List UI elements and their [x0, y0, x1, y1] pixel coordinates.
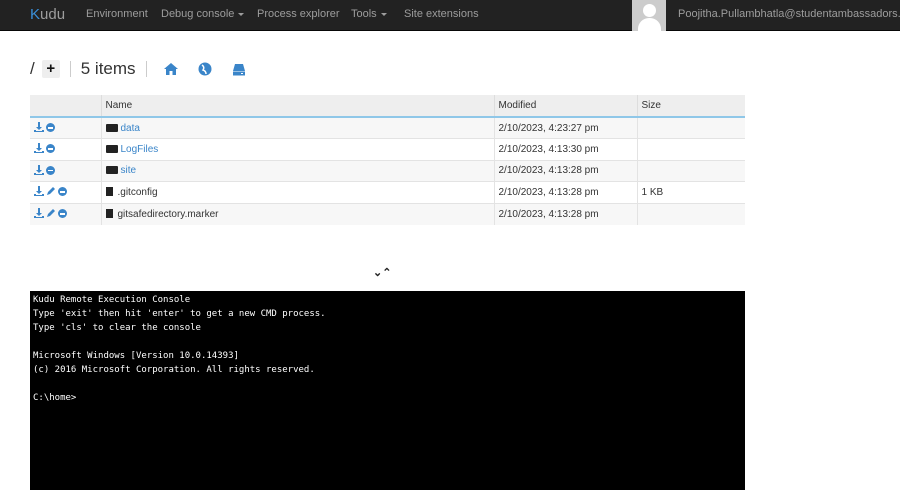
pencil-icon[interactable]	[46, 186, 56, 196]
divider	[69, 61, 71, 77]
file-name[interactable]: gitsafedirectory.marker	[118, 209, 219, 220]
home-icon[interactable]	[163, 61, 179, 77]
file-icon	[105, 186, 113, 196]
table-row: LogFiles 2/10/2023, 4:13:30 pm	[30, 138, 745, 160]
size-cell	[636, 159, 745, 182]
top-navbar: Kudu Environment Debug console Process e…	[0, 0, 900, 31]
console-line: Microsoft Windows [Version 10.0.14393]	[33, 351, 239, 361]
folder-link[interactable]: data	[121, 123, 140, 134]
column-header-size[interactable]: Size	[636, 95, 745, 118]
caret-down-icon	[238, 12, 245, 16]
console-output[interactable]: Kudu Remote Execution Console Type 'exit'…	[30, 291, 745, 490]
chevron-up-icon[interactable]: ⌃	[382, 267, 391, 279]
console-line: C:\home>	[33, 393, 77, 403]
file-table: Name Modified Size data 2/10/2023, 4:23:…	[30, 95, 745, 225]
divider	[145, 61, 147, 77]
table-row: .gitconfig 2/10/2023, 4:13:28 pm 1 KB	[30, 181, 745, 203]
modified-cell: 2/10/2023, 4:13:28 pm	[493, 202, 637, 225]
modified-cell: 2/10/2023, 4:13:30 pm	[493, 138, 637, 160]
delete-icon[interactable]	[46, 165, 55, 175]
download-icon[interactable]	[34, 186, 44, 197]
table-row: data 2/10/2023, 4:23:27 pm	[30, 116, 745, 139]
console-resize-toggle[interactable]: ⌄⌃	[373, 266, 391, 279]
table-row: site 2/10/2023, 4:13:28 pm	[30, 159, 745, 182]
caret-down-icon	[380, 12, 387, 16]
download-icon[interactable]	[34, 122, 44, 132]
add-button[interactable]: +	[41, 60, 60, 78]
console-line: Type 'cls' to clear the console	[33, 323, 201, 333]
user-email: Poojitha.Pullambhatla@studentambassadors…	[678, 8, 900, 20]
folder-icon	[105, 144, 118, 153]
folder-link[interactable]: site	[121, 165, 137, 176]
nav-process-explorer[interactable]: Process explorer	[257, 8, 340, 20]
drive-icon[interactable]	[231, 61, 247, 77]
modified-cell: 2/10/2023, 4:23:27 pm	[493, 116, 637, 139]
delete-icon[interactable]	[46, 123, 55, 132]
pencil-icon[interactable]	[46, 208, 56, 218]
delete-icon[interactable]	[46, 144, 55, 154]
size-cell	[636, 116, 745, 139]
modified-cell: 2/10/2023, 4:13:28 pm	[493, 181, 637, 203]
avatar[interactable]	[632, 0, 666, 31]
console-line: Type 'exit' then hit 'enter' to get a ne…	[33, 309, 326, 319]
delete-icon[interactable]	[58, 187, 67, 197]
item-count: 5 items	[80, 59, 136, 78]
console-line: (c) 2016 Microsoft Corporation. All righ…	[33, 365, 315, 375]
console-line: Kudu Remote Execution Console	[33, 295, 191, 305]
size-cell	[636, 138, 745, 160]
download-icon[interactable]	[34, 164, 44, 175]
folder-icon	[105, 123, 118, 132]
chevron-down-icon[interactable]: ⌄	[373, 267, 382, 279]
download-icon[interactable]	[34, 208, 44, 218]
column-header-name[interactable]: Name	[100, 95, 494, 118]
download-icon[interactable]	[34, 143, 44, 154]
globe-icon[interactable]	[197, 61, 213, 77]
table-row: gitsafedirectory.marker 2/10/2023, 4:13:…	[30, 202, 745, 225]
breadcrumb: / + 5 items	[30, 58, 259, 80]
root-link[interactable]: /	[30, 59, 35, 79]
nav-debug-console[interactable]: Debug console	[161, 8, 245, 20]
column-header-actions	[30, 95, 101, 118]
modified-cell: 2/10/2023, 4:13:28 pm	[493, 159, 637, 182]
nav-tools[interactable]: Tools	[351, 8, 387, 20]
folder-link[interactable]: LogFiles	[121, 144, 159, 155]
file-icon	[105, 208, 113, 218]
nav-environment[interactable]: Environment	[86, 8, 148, 20]
kudu-logo[interactable]: Kudu	[30, 6, 65, 23]
file-name[interactable]: .gitconfig	[118, 187, 158, 198]
nav-site-extensions[interactable]: Site extensions	[404, 8, 479, 20]
delete-icon[interactable]	[58, 209, 67, 218]
size-cell: 1 KB	[636, 181, 745, 203]
column-header-modified[interactable]: Modified	[493, 95, 637, 118]
folder-icon	[105, 166, 118, 175]
size-cell	[636, 202, 745, 225]
